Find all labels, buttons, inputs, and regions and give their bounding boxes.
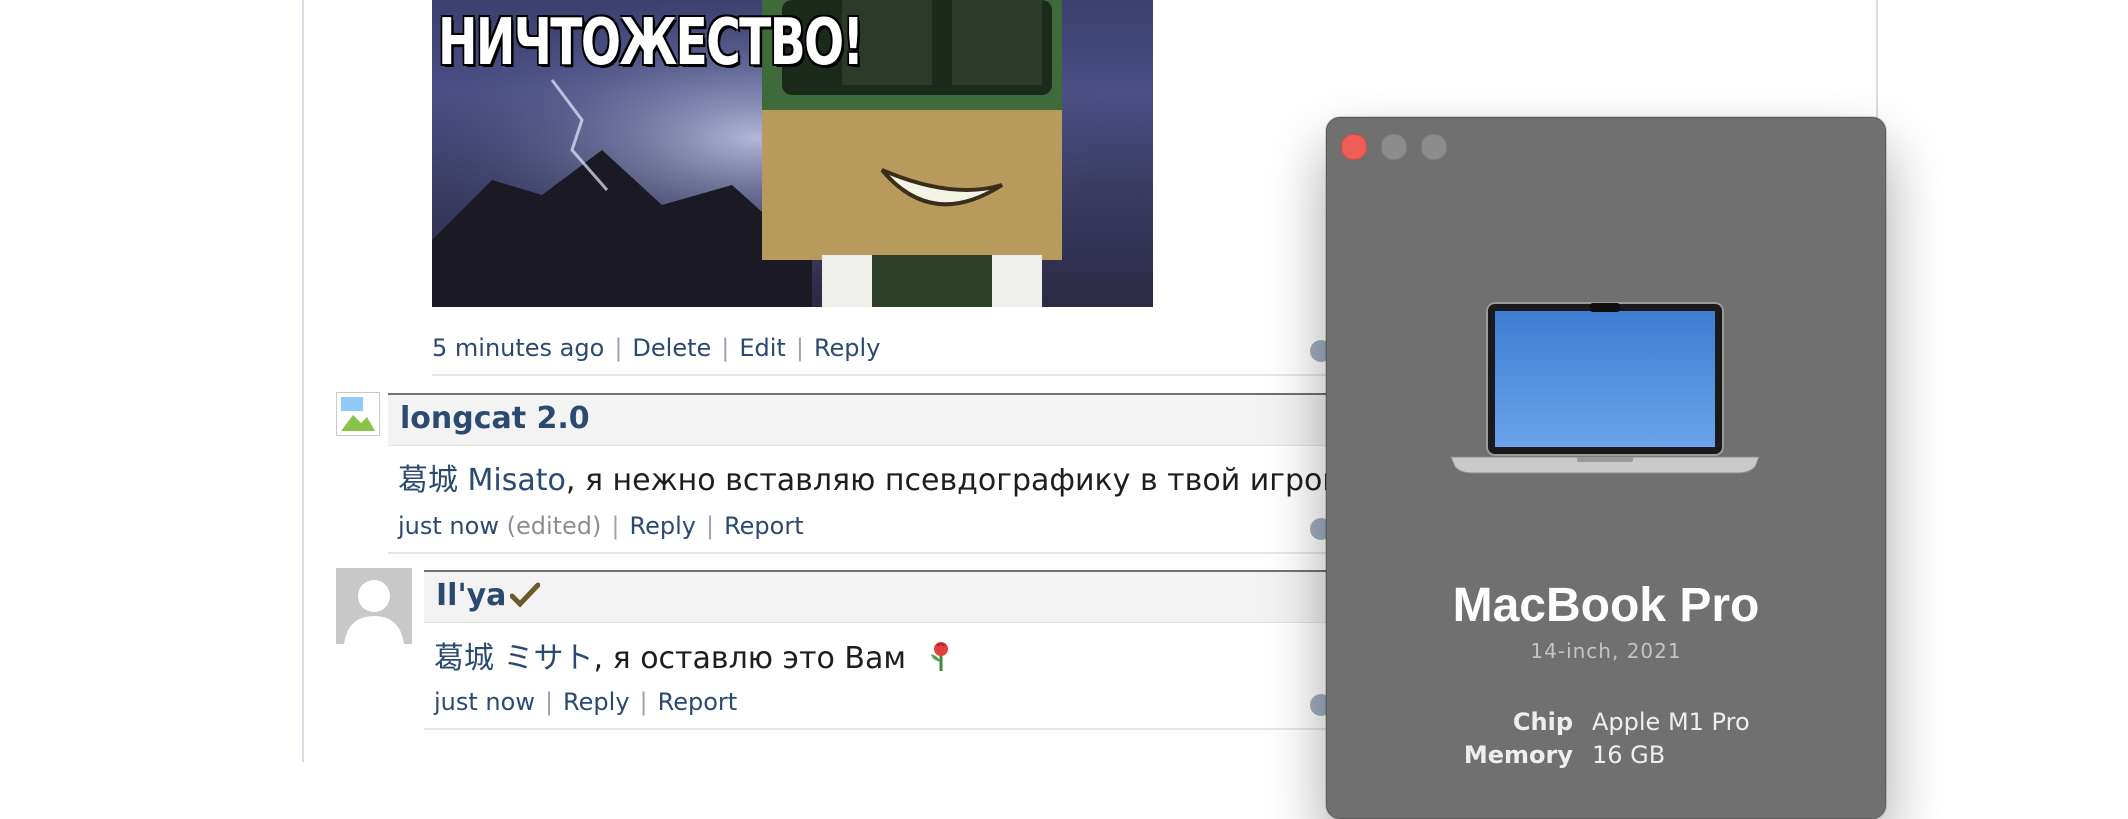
comment-author[interactable]: Il'ya [436,578,506,613]
separator: | [705,512,715,540]
mention-link[interactable]: 葛城 ミサト [434,641,594,676]
mention-link[interactable]: 葛城 Misato [398,463,566,498]
post-timestamp-link[interactable]: 5 minutes ago [432,334,604,362]
zoom-button[interactable] [1421,134,1447,160]
default-user-icon [344,580,404,644]
comment-author[interactable]: longcat 2.0 [400,401,590,436]
separator: | [721,334,730,362]
model-name: MacBook Pro [1452,579,1760,632]
comment-body: 葛城 ミサト, я оставлю это Вам [434,633,954,680]
rose-icon [928,640,954,680]
edited-label: (edited) [506,512,602,540]
avatar[interactable] [336,568,412,644]
reply-button[interactable]: Reply [563,688,629,716]
separator: | [639,688,648,716]
delete-button[interactable]: Delete [632,334,711,362]
comment-timestamp-link[interactable]: just now [398,512,499,540]
meme-caption: НИЧТОЖЕСТВО! [438,6,864,80]
spec-label-memory: Memory [1463,741,1573,769]
model-subtitle: 14-inch, 2021 [1530,639,1682,663]
post-meta: 5 minutes ago | Delete | Edit | Reply [432,334,880,362]
comment-body: 葛城 Misato, я нежно вставляю псевдографик… [398,455,1425,499]
spec-value-memory: 16 GB [1592,741,1666,769]
report-button[interactable]: Report [724,512,804,540]
separator: | [795,334,804,362]
comment-header: longcat 2.0 [388,393,1328,446]
separator: | [544,688,554,716]
separator: | [614,334,623,362]
divider [388,552,1328,554]
spec-value-chip: Apple M1 Pro [1592,708,1750,736]
checkmark-icon [509,582,541,612]
broken-image-icon [341,397,375,431]
macbook-icon [1449,301,1761,491]
comment-text: , я нежно вставляю псевдографику в твой … [565,463,1426,498]
comment-meta: just now (edited) | Reply | Report [398,512,804,540]
divider [432,374,1332,376]
meme-image: НИЧТОЖЕСТВО! [432,0,1153,307]
comment-meta: just now | Reply | Report [434,688,737,716]
edit-button[interactable]: Edit [739,334,785,362]
reply-button[interactable]: Reply [814,334,880,362]
comment-text: , я оставлю это Вам [593,641,906,676]
comment-header: Il'ya [424,570,1328,623]
divider [424,728,1328,730]
report-button[interactable]: Report [658,688,738,716]
minimize-button[interactable] [1381,134,1407,160]
about-this-mac-window: MacBook Pro 14-inch, 2021 Chip Apple M1 … [1326,117,1886,819]
separator: | [611,512,620,540]
reply-button[interactable]: Reply [630,512,696,540]
spec-label-chip: Chip [1512,708,1573,736]
comment-timestamp-link[interactable]: just now [434,688,535,716]
avatar-broken-image [336,392,380,436]
close-button[interactable] [1341,134,1367,160]
